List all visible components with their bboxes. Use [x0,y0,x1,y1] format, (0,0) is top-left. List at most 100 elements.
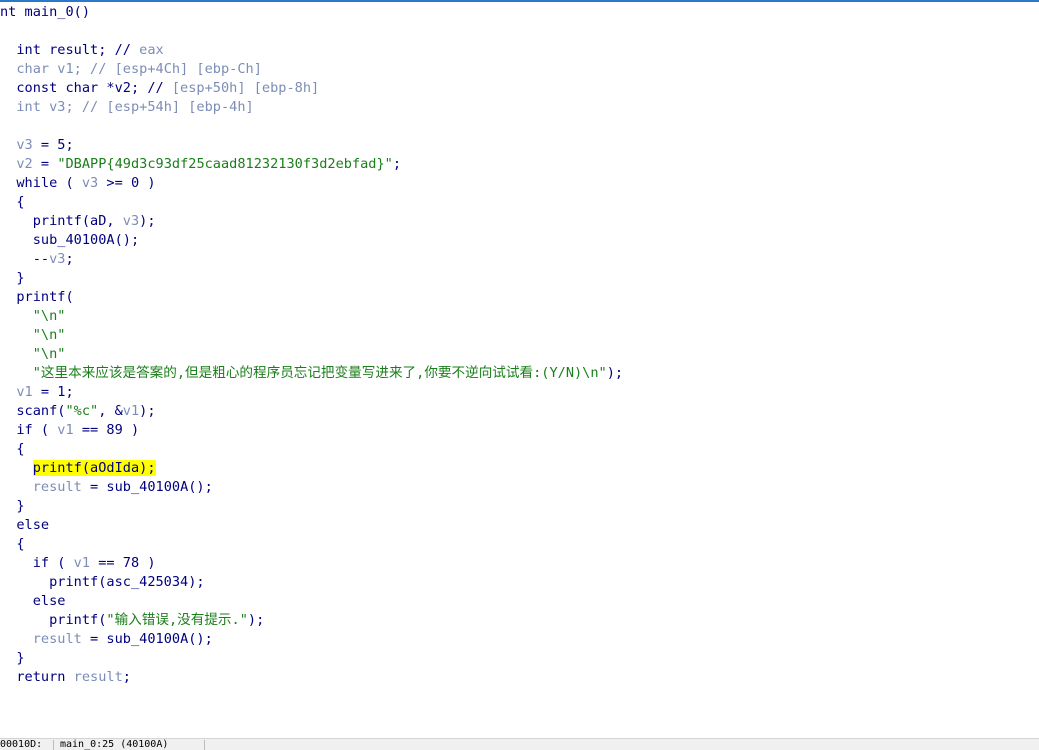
code-line[interactable]: v3 = 5; [0,136,74,155]
code-token: = sub_40100A(); [81,631,213,647]
code-line[interactable]: } [0,269,25,288]
code-line[interactable]: int v3; // [esp+54h] [ebp-4h] [0,98,254,117]
code-token: v3 [122,213,140,229]
code-token: "输入错误,没有提示." [106,612,248,628]
code-token: ; [65,251,74,267]
code-token: else [0,517,50,533]
code-line[interactable]: result = sub_40100A(); [0,478,213,497]
code-token: == 89 ) [73,422,140,438]
code-token: = 1; [32,384,74,400]
code-token: v3 [81,175,99,191]
code-token: v1 [122,403,140,419]
code-line[interactable]: while ( v3 >= 0 ) [0,174,156,193]
code-line[interactable]: { [0,440,25,459]
code-token: v3 [49,251,66,267]
code-token: const char *v2; // [0,80,172,96]
code-token: v2 [16,156,33,172]
code-token: >= 0 ) [98,175,156,191]
window-top-border [0,0,1039,2]
code-line[interactable]: "\n" [0,307,66,326]
code-token: -- [0,251,50,267]
code-line[interactable]: printf("输入错误,没有提示."); [0,611,264,630]
code-line[interactable]: printf(aD, v3); [0,212,156,231]
code-line[interactable]: "\n" [0,345,66,364]
code-token: if ( [0,422,58,438]
code-token: while ( [0,175,82,191]
code-token: else [0,593,66,609]
code-token: } [0,498,25,514]
code-line[interactable]: --v3; [0,250,74,269]
status-address: 00010D: [0,739,43,750]
code-line[interactable]: if ( v1 == 89 ) [0,421,139,440]
code-token: == 78 ) [90,555,156,571]
code-token: if ( [0,555,74,571]
code-token: printf(aD, [0,213,123,229]
code-token: printf( [0,612,107,628]
code-line[interactable]: { [0,535,24,554]
code-token: sub_40100A(); [0,232,140,248]
code-token: int result; // [0,42,140,58]
code-token: int v3; // [esp+54h] [ebp-4h] [16,99,254,115]
highlighted-token: printf(aOdIda); [32,460,156,476]
code-line[interactable]: v2 = "DBAPP{49d3c93df25caad81232130f3d2e… [0,155,401,174]
code-line[interactable]: "这里本来应该是答案的,但是粗心的程序员忘记把变量写进来了,你要不逆向试试看:(… [0,364,623,383]
code-line[interactable]: } [0,497,25,516]
code-line[interactable]: printf( [0,288,74,307]
code-line[interactable]: printf(aOdIda); [0,459,156,478]
code-token: ); [247,612,265,628]
code-line[interactable]: v1 = 1; [0,383,74,402]
status-location: main_0:25 (40100A) [60,739,169,750]
code-line[interactable]: { [0,193,24,212]
code-token: v1 [73,555,91,571]
code-token: [esp+50h] [ebp-8h] [171,80,320,96]
code-line[interactable]: else [0,516,49,535]
code-token: "\n" [32,327,66,343]
code-token: = [32,156,58,172]
code-token: v1 [16,384,33,400]
code-token: "DBAPP{49d3c93df25caad81232130f3d2ebfad}… [57,156,393,172]
code-token: } [0,650,25,666]
code-line[interactable]: else [0,592,66,611]
code-token: char v1; // [esp+4Ch] [ebp-Ch] [16,61,262,77]
code-line[interactable]: nt main_0() [0,3,90,22]
code-token: scanf( [0,403,66,419]
code-token: = sub_40100A(); [81,479,213,495]
code-line[interactable]: scanf("%c", &v1); [0,402,156,421]
code-token: { [0,441,25,457]
code-line[interactable]: char v1; // [esp+4Ch] [ebp-Ch] [0,60,262,79]
code-token: ); [139,213,156,229]
code-token: ; [392,156,402,172]
code-line[interactable]: int result; // eax [0,41,164,60]
code-token: result [32,631,82,647]
code-line[interactable]: const char *v2; // [esp+50h] [ebp-8h] [0,79,319,98]
code-token: "\n" [32,308,66,324]
code-line[interactable]: if ( v1 == 78 ) [0,554,156,573]
code-token: eax [139,42,164,58]
code-token: printf( [0,289,74,305]
code-token: result [73,669,123,685]
code-line[interactable]: sub_40100A(); [0,231,139,250]
code-token: ); [139,403,156,419]
code-token: return [0,669,74,685]
code-token: "这里本来应该是答案的,但是粗心的程序员忘记把变量写进来了,你要不逆向试试看:(… [32,365,607,381]
code-token: , & [98,403,123,419]
code-line[interactable]: "\n" [0,326,66,345]
code-token: } [0,270,25,286]
code-line[interactable]: result = sub_40100A(); [0,630,213,649]
code-line[interactable]: return result; [0,668,131,687]
code-line[interactable]: printf(asc_425034); [0,573,205,592]
code-line[interactable]: } [0,649,25,668]
code-token: ; [122,669,131,685]
code-token: = 5; [32,137,74,153]
code-token: printf(asc_425034); [0,574,205,590]
